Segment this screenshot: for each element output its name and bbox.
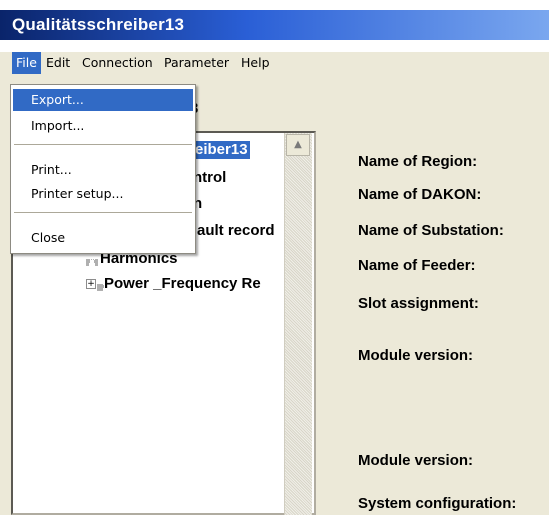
label-module-version: Module version:: [358, 347, 474, 364]
label-system-configuration: System configuration:: [358, 495, 517, 512]
menu-file[interactable]: File: [12, 52, 41, 74]
tree-item[interactable]: ntrol: [193, 169, 226, 187]
plus-expander-icon[interactable]: +: [86, 279, 96, 289]
tree-item-power-frequency[interactable]: Power _Frequency Re: [104, 275, 261, 293]
label-name-of-substation: Name of Substation:: [358, 222, 504, 239]
tree-item[interactable]: ault record: [197, 222, 275, 240]
menu-connection[interactable]: Connection: [78, 52, 157, 74]
tree-root-item[interactable]: eiber13: [193, 141, 250, 159]
label-module-version-2: Module version:: [358, 452, 474, 469]
label-name-of-dakon: Name of DAKON:: [358, 186, 482, 203]
menu-separator: [14, 144, 192, 146]
window-titlebar: Qualitätsschreiber13: [0, 10, 549, 40]
tree-vertical-scrollbar[interactable]: ▲: [284, 133, 312, 515]
menu-item-close[interactable]: Close: [13, 227, 193, 249]
menu-item-print[interactable]: Print...: [13, 159, 193, 181]
tree-connector: [97, 284, 103, 288]
menu-parameter[interactable]: Parameter: [160, 52, 233, 74]
window-title: Qualitätsschreiber13: [12, 15, 185, 34]
menu-bar: File Edit Connection Parameter Help: [0, 52, 549, 74]
menu-item-printer-setup[interactable]: Printer setup...: [13, 183, 193, 205]
menu-item-export[interactable]: Export...: [13, 89, 193, 111]
menu-item-import[interactable]: Import...: [13, 115, 193, 137]
menu-separator: [14, 212, 192, 214]
label-name-of-feeder: Name of Feeder:: [358, 257, 476, 274]
menu-edit[interactable]: Edit: [42, 52, 74, 74]
tree-connector: [86, 259, 98, 263]
label-slot-assignment: Slot assignment:: [358, 295, 479, 312]
label-name-of-region: Name of Region:: [358, 153, 478, 170]
file-menu-dropdown: Export... Import... Print... Printer set…: [10, 84, 196, 254]
scroll-up-arrow-icon[interactable]: ▲: [286, 134, 310, 156]
menu-help[interactable]: Help: [237, 52, 274, 74]
